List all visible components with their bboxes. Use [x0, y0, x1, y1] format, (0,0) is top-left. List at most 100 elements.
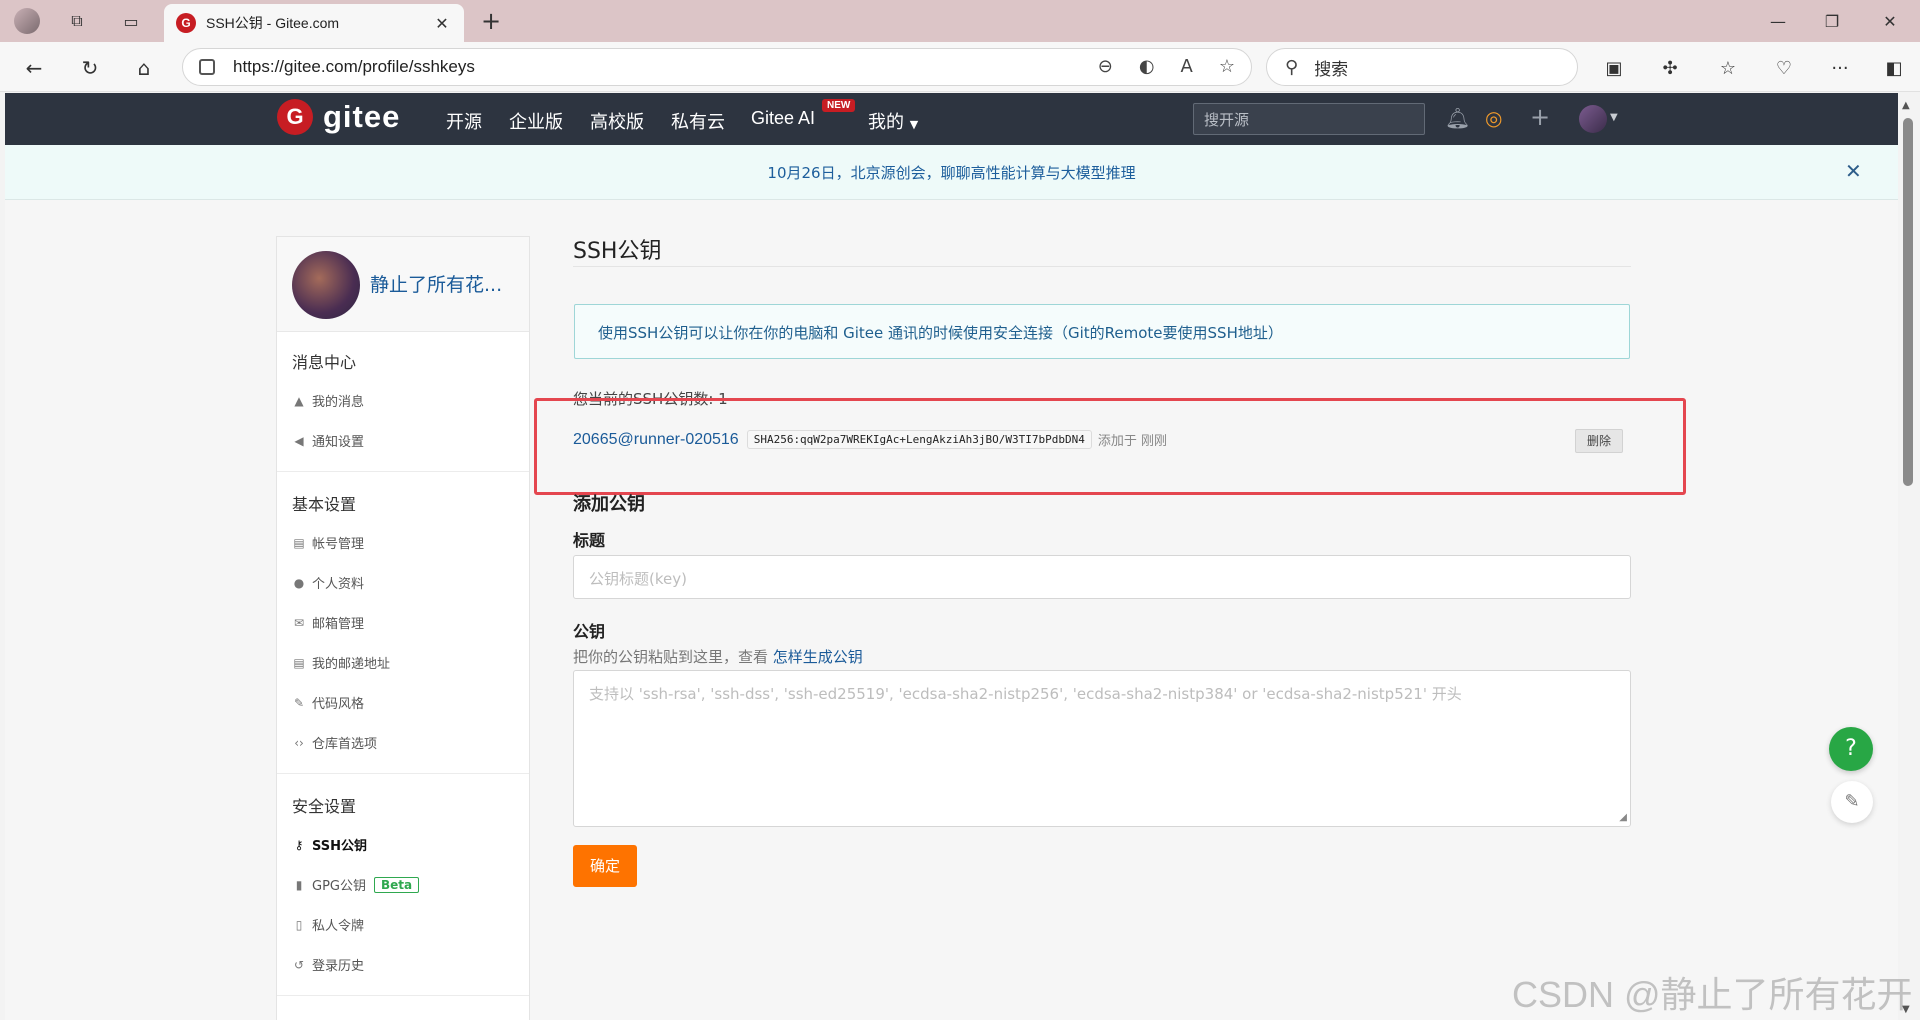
- nav-gitee-ai[interactable]: Gitee AI: [751, 108, 815, 129]
- bell-icon[interactable]: 🔔︎: [1445, 106, 1470, 130]
- sidebar-item-email[interactable]: ✉ 邮箱管理: [277, 613, 365, 633]
- lock-icon[interactable]: [199, 59, 215, 75]
- tab-title: SSH公钥 - Gitee.com: [206, 15, 340, 31]
- page-viewport: G gitee 开源 企业版 高校版 私有云 Gitee AI NEW 我的 ▼…: [5, 93, 1898, 1020]
- more-menu-icon[interactable]: ···: [1826, 54, 1854, 82]
- scroll-up-icon[interactable]: ▲: [1902, 100, 1910, 111]
- sidebar-item-address[interactable]: ▤ 我的邮递地址: [277, 653, 391, 673]
- add-key-heading: 添加公钥: [573, 494, 645, 515]
- nav-education[interactable]: 高校版: [590, 108, 644, 134]
- sidebar-toggle-icon[interactable]: ◧: [1880, 54, 1908, 82]
- public-key-textarea[interactable]: 支持以 'ssh-rsa', 'ssh-dss', 'ssh-ed25519',…: [573, 670, 1631, 827]
- csdn-watermark: CSDN @静止了所有花开: [1512, 974, 1913, 1015]
- lightbulb-icon[interactable]: ◎: [1485, 106, 1502, 130]
- gitee-logo[interactable]: G gitee: [277, 99, 400, 135]
- new-tab-icon[interactable]: +: [478, 7, 504, 35]
- gitee-favicon-icon: G: [176, 13, 196, 33]
- sidebar-item-label: 邮箱管理: [312, 617, 365, 632]
- sidebar-item-ssh-keys[interactable]: ⚷ SSH公钥: [277, 835, 367, 855]
- sidebar-item-repo-prefs[interactable]: ‹› 仓库首选项: [277, 733, 377, 753]
- section-title-messages: 消息中心: [292, 353, 357, 372]
- address-bar[interactable]: https://gitee.com/profile/sshkeys ⊖ ◐ A …: [182, 48, 1252, 86]
- gitee-logo-text: gitee: [323, 99, 401, 134]
- gitee-search-input[interactable]: 搜开源: [1193, 103, 1425, 135]
- extensions-icon[interactable]: ✣: [1656, 54, 1684, 82]
- sidebar-item-label: 个人资料: [312, 577, 365, 592]
- user-avatar[interactable]: [1579, 105, 1607, 133]
- sidebar-item-label: 代码风格: [312, 697, 365, 712]
- collections-icon[interactable]: ▣: [1600, 54, 1628, 82]
- close-tab-icon[interactable]: ✕: [432, 14, 452, 33]
- submit-button[interactable]: 确定: [573, 845, 637, 887]
- banner-close-icon[interactable]: ✕: [1845, 159, 1862, 183]
- sidebar-item-my-messages[interactable]: ▲ 我的消息: [277, 391, 364, 411]
- announcement-banner: 10月26日，北京源创会，聊聊高性能计算与大模型推理 ✕: [5, 145, 1898, 200]
- sidebar-item-label: 我的邮递地址: [312, 657, 391, 672]
- workspaces-icon[interactable]: ⧉: [64, 8, 90, 34]
- settings-sidebar: 静止了所有花... 消息中心 ▲ 我的消息 ◀ 通知设置 基本设置 ▤ 帐号管理 ● 个…: [276, 236, 530, 1020]
- nav-mine[interactable]: 我的 ▼: [868, 108, 918, 134]
- browser-tab-active[interactable]: G SSH公钥 - Gitee.com ✕: [164, 4, 464, 42]
- history-icon: ↺: [293, 957, 305, 972]
- ssh-info-message: 使用SSH公钥可以让你在你的电脑和 Gitee 通讯的时候使用安全连接（Git的…: [574, 304, 1630, 359]
- favorites-icon[interactable]: ☆: [1714, 54, 1742, 82]
- browser-tab-bar: ⧉ ▭ G SSH公钥 - Gitee.com ✕ + — ❐ ✕: [0, 0, 1920, 42]
- sidebar-item-label: GPG公钥: [312, 879, 366, 894]
- how-to-generate-link[interactable]: 怎样生成公钥: [773, 648, 863, 666]
- minimize-icon[interactable]: —: [1758, 8, 1798, 34]
- browser-essentials-icon[interactable]: ◐: [1139, 56, 1155, 77]
- sidebar-item-profile[interactable]: ● 个人资料: [277, 573, 365, 593]
- sidebar-item-notification-settings[interactable]: ◀ 通知设置: [277, 431, 365, 451]
- restore-icon[interactable]: ❐: [1812, 8, 1852, 34]
- annotation-highlight-box: [534, 398, 1686, 495]
- sidebar-item-code-style[interactable]: ✎ 代码风格: [277, 693, 365, 713]
- sidebar-item-gpg-keys[interactable]: ▮ GPG公钥 Beta: [277, 875, 420, 894]
- code-icon: ‹›: [294, 735, 304, 750]
- zoom-icon[interactable]: ⊖: [1098, 56, 1113, 77]
- nav-enterprise[interactable]: 企业版: [509, 108, 563, 134]
- back-icon[interactable]: ←: [20, 54, 48, 82]
- sidebar-username[interactable]: 静止了所有花...: [370, 270, 502, 297]
- key-icon: ⚷: [294, 837, 304, 852]
- refresh-icon[interactable]: ↻: [76, 54, 104, 82]
- caret-down-icon: ▼: [909, 118, 919, 131]
- avatar[interactable]: [292, 251, 360, 319]
- nav-mine-label: 我的: [868, 112, 904, 133]
- sidebar-profile: 静止了所有花...: [277, 237, 529, 332]
- public-key-hint-text: 把你的公钥粘贴到这里，查看: [573, 648, 773, 666]
- url-text[interactable]: https://gitee.com/profile/sshkeys: [233, 57, 475, 77]
- performance-icon[interactable]: ♡: [1770, 54, 1798, 82]
- gitee-header: G gitee 开源 企业版 高校版 私有云 Gitee AI NEW 我的 ▼…: [5, 93, 1898, 145]
- profile-avatar-icon[interactable]: [14, 8, 40, 34]
- read-aloud-icon[interactable]: A: [1181, 56, 1193, 77]
- sidebar-item-account[interactable]: ▤ 帐号管理: [277, 533, 365, 553]
- sidebar-item-login-history[interactable]: ↺ 登录历史: [277, 955, 364, 975]
- lock-icon: ▮: [295, 877, 303, 892]
- key-title-input[interactable]: 公钥标题(key): [573, 555, 1631, 599]
- resize-handle-icon[interactable]: ◢: [1619, 812, 1627, 823]
- banner-link[interactable]: 10月26日，北京源创会，聊聊高性能计算与大模型推理: [5, 162, 1898, 183]
- nav-private-cloud[interactable]: 私有云: [671, 108, 725, 134]
- id-card-icon: ▤: [293, 535, 305, 550]
- feedback-edit-icon[interactable]: ✎: [1831, 781, 1873, 823]
- sidebar-item-label: 私人令牌: [312, 919, 365, 934]
- home-icon[interactable]: ⌂: [130, 54, 158, 82]
- nav-opensource[interactable]: 开源: [446, 108, 482, 134]
- close-window-icon[interactable]: ✕: [1870, 8, 1910, 34]
- token-icon: ▯: [295, 917, 303, 932]
- gitee-logo-icon: G: [277, 99, 313, 135]
- address-card-icon: ▤: [293, 655, 305, 670]
- favorite-star-icon[interactable]: ☆: [1219, 56, 1235, 77]
- sidebar-item-label: 通知设置: [312, 435, 365, 450]
- tab-actions-icon[interactable]: ▭: [118, 8, 144, 34]
- public-key-hint: 把你的公钥粘贴到这里，查看 怎样生成公钥: [573, 646, 863, 667]
- browser-search-box[interactable]: ⚲ 搜索: [1266, 48, 1578, 86]
- avatar-caret-icon[interactable]: ▼: [1610, 112, 1618, 123]
- sidebar-item-tokens[interactable]: ▯ 私人令牌: [277, 915, 365, 935]
- help-button[interactable]: ?: [1829, 727, 1873, 771]
- browser-toolbar: ← ↻ ⌂ https://gitee.com/profile/sshkeys …: [0, 42, 1920, 92]
- bell-icon: ▲: [294, 393, 304, 408]
- scrollbar-thumb[interactable]: [1903, 118, 1913, 486]
- plus-icon[interactable]: +: [1530, 103, 1550, 131]
- sidebar-item-label: 帐号管理: [312, 537, 365, 552]
